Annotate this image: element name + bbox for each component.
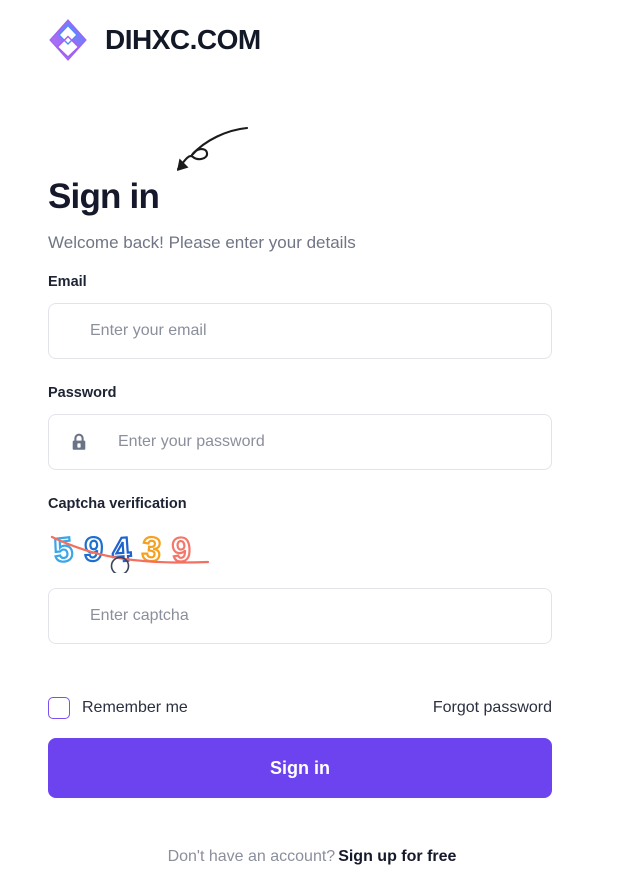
- captcha-input-shell[interactable]: [48, 588, 552, 644]
- brand-name: DIHXC.COM: [105, 24, 261, 55]
- lock-icon: [72, 433, 86, 450]
- password-input[interactable]: [49, 415, 551, 469]
- email-label: Email: [48, 274, 87, 290]
- page-subtitle: Welcome back! Please enter your details: [48, 233, 356, 252]
- captcha-input[interactable]: [49, 589, 551, 643]
- options-row: Remember me Forgot password: [48, 694, 552, 722]
- remember-me-control[interactable]: Remember me: [48, 697, 188, 719]
- password-label: Password: [48, 385, 117, 401]
- captcha-image[interactable]: 5 9 4 3 9: [50, 525, 210, 573]
- sign-in-form: Email Password Captcha verification: [48, 274, 552, 644]
- signup-footer: Don't have an account? Sign up for free: [0, 846, 624, 868]
- signup-prompt: Don't have an account?: [167, 848, 336, 865]
- curved-arrow-doodle-icon: [176, 126, 249, 171]
- svg-text:5: 5: [52, 530, 75, 570]
- email-input-shell[interactable]: [48, 303, 552, 359]
- password-input-shell[interactable]: [48, 414, 552, 470]
- svg-text:9: 9: [171, 531, 192, 570]
- sign-in-page: DIHXC.COM Sign in Welcome back! Please e…: [0, 0, 624, 895]
- email-input[interactable]: [49, 304, 551, 358]
- brand-header: DIHXC.COM: [48, 18, 261, 62]
- forgot-password-link[interactable]: Forgot password: [433, 700, 552, 716]
- captcha-label: Captcha verification: [48, 496, 187, 512]
- page-title: Sign in: [48, 177, 160, 216]
- sign-in-button[interactable]: Sign in: [48, 738, 552, 798]
- remember-me-label: Remember me: [82, 699, 188, 716]
- remember-me-checkbox[interactable]: [48, 697, 70, 719]
- sign-up-link[interactable]: Sign up for free: [338, 848, 456, 865]
- password-field-group: Password: [48, 385, 552, 470]
- email-field-group: Email: [48, 274, 552, 359]
- diamond-logo-icon: [49, 19, 87, 61]
- captcha-field-group: Captcha verification 5 9 4 3 9: [48, 496, 552, 644]
- svg-text:3: 3: [140, 530, 162, 570]
